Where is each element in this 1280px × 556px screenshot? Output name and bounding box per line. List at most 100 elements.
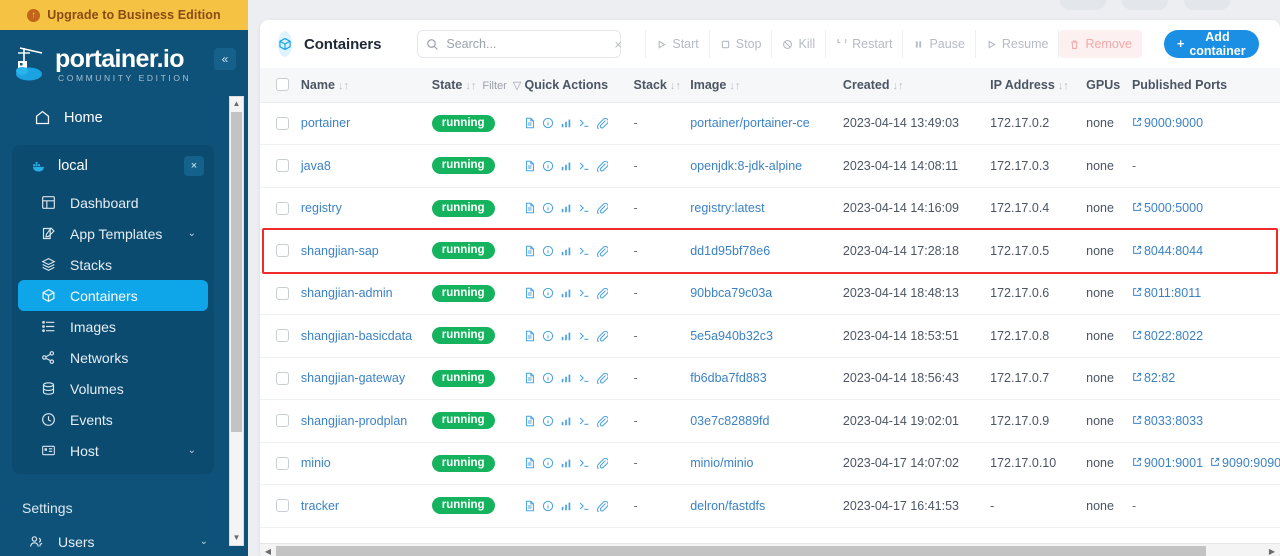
row-checkbox[interactable] [276,159,289,172]
horizontal-scrollbar[interactable]: ◀ ▶ [260,543,1280,556]
image-link[interactable]: minio/minio [690,456,753,470]
inspect-icon[interactable] [542,372,554,384]
container-name-link[interactable]: shangjian-prodplan [301,414,407,428]
inspect-icon[interactable] [542,500,554,512]
stats-icon[interactable] [560,202,572,214]
console-icon[interactable] [578,287,590,299]
attach-icon[interactable] [596,160,608,172]
table-row[interactable]: trackerrunning-delron/fastdfs2023-04-17 … [260,485,1280,528]
chevron-down-icon[interactable]: ⌄ [188,228,196,239]
table-row[interactable]: registryrunning-registry:latest2023-04-1… [260,187,1280,230]
sort-icon[interactable]: ↓↑ [465,80,476,92]
sidebar-item-host[interactable]: Host ⌄ [18,435,208,466]
container-name-link[interactable]: tracker [301,499,339,513]
column-created[interactable]: Created↓↑ [837,68,984,102]
sort-icon[interactable]: ↓↑ [892,80,903,92]
search-box[interactable]: × [417,30,621,58]
published-port-link[interactable]: 8022:8022 [1132,329,1203,343]
attach-icon[interactable] [596,500,608,512]
inspect-icon[interactable] [542,287,554,299]
attach-icon[interactable] [596,287,608,299]
inspect-icon[interactable] [542,457,554,469]
row-checkbox[interactable] [276,457,289,470]
pause-button[interactable]: Pause [903,30,975,58]
remove-button[interactable]: Remove [1059,30,1142,58]
stats-icon[interactable] [560,330,572,342]
table-row[interactable]: shangjian-basicdatarunning-5e5a940b32c32… [260,315,1280,358]
sort-icon[interactable]: ↓↑ [729,80,740,92]
scroll-right-arrow-icon[interactable]: ▶ [1265,545,1279,556]
column-image[interactable]: Image↓↑ [684,68,837,102]
row-checkbox[interactable] [276,414,289,427]
logs-icon[interactable] [524,457,536,469]
start-button[interactable]: Start [645,30,709,58]
console-icon[interactable] [578,500,590,512]
row-checkbox[interactable] [276,329,289,342]
logs-icon[interactable] [524,287,536,299]
column-name[interactable]: Name↓↑ [295,68,426,102]
inspect-icon[interactable] [542,117,554,129]
scroll-down-arrow-icon[interactable]: ▼ [230,531,243,545]
console-icon[interactable] [578,372,590,384]
container-name-link[interactable]: portainer [301,116,350,130]
row-checkbox[interactable] [276,117,289,130]
stop-button[interactable]: Stop [710,30,773,58]
attach-icon[interactable] [596,245,608,257]
scroll-up-arrow-icon[interactable]: ▲ [230,97,243,111]
search-input[interactable] [446,37,607,51]
stats-icon[interactable] [560,415,572,427]
stats-icon[interactable] [560,500,572,512]
image-link[interactable]: openjdk:8-jdk-alpine [690,159,802,173]
attach-icon[interactable] [596,117,608,129]
select-all-checkbox[interactable] [276,78,289,91]
sidebar-item-app-templates[interactable]: App Templates ⌄ [18,218,208,249]
image-link[interactable]: fb6dba7fd883 [690,371,766,385]
published-port-link[interactable]: 9000:9000 [1132,116,1203,130]
kill-button[interactable]: Kill [772,30,826,58]
row-checkbox[interactable] [276,499,289,512]
stats-icon[interactable] [560,245,572,257]
logs-icon[interactable] [524,415,536,427]
attach-icon[interactable] [596,330,608,342]
container-name-link[interactable]: shangjian-gateway [301,371,405,385]
chevron-down-icon[interactable]: ⌄ [200,536,208,547]
image-link[interactable]: 90bbca79c03a [690,286,772,300]
container-name-link[interactable]: shangjian-admin [301,286,393,300]
published-port-link[interactable]: 8011:8011 [1132,286,1201,300]
logs-icon[interactable] [524,160,536,172]
sidebar-item-containers[interactable]: Containers [18,280,208,311]
filter-label[interactable]: Filter [482,80,506,92]
console-icon[interactable] [578,415,590,427]
console-icon[interactable] [578,245,590,257]
add-container-button[interactable]: + Add container [1164,30,1259,58]
inspect-icon[interactable] [542,245,554,257]
image-link[interactable]: 5e5a940b32c3 [690,329,773,343]
stats-icon[interactable] [560,117,572,129]
image-link[interactable]: portainer/portainer-ce [690,116,810,130]
sidebar-item-users[interactable]: Users ⌄ [6,526,220,556]
published-port-link[interactable]: 9001:9001 [1132,456,1203,470]
scroll-left-arrow-icon[interactable]: ◀ [261,545,275,556]
logs-icon[interactable] [524,245,536,257]
logs-icon[interactable] [524,202,536,214]
sidebar-item-home[interactable]: Home [12,100,214,135]
stats-icon[interactable] [560,287,572,299]
search-clear-button[interactable]: × [614,37,622,52]
sidebar-item-stacks[interactable]: Stacks [18,249,208,280]
logs-icon[interactable] [524,500,536,512]
inspect-icon[interactable] [542,415,554,427]
table-row[interactable]: portainerrunning-portainer/portainer-ce2… [260,102,1280,145]
attach-icon[interactable] [596,372,608,384]
table-row[interactable]: miniorunning-minio/minio2023-04-17 14:07… [260,442,1280,485]
container-name-link[interactable]: registry [301,201,342,215]
sidebar-scrollbar[interactable]: ▲ ▼ [229,96,244,546]
row-checkbox[interactable] [276,372,289,385]
sidebar-collapse-button[interactable]: « [214,48,236,70]
table-row[interactable]: shangjian-gatewayrunning-fb6dba7fd883202… [260,357,1280,400]
sidebar-item-images[interactable]: Images [18,311,208,342]
filter-icon[interactable]: ▽ [513,80,521,92]
environment-close-button[interactable]: × [184,156,204,176]
stats-icon[interactable] [560,457,572,469]
logs-icon[interactable] [524,372,536,384]
image-link[interactable]: registry:latest [690,201,764,215]
